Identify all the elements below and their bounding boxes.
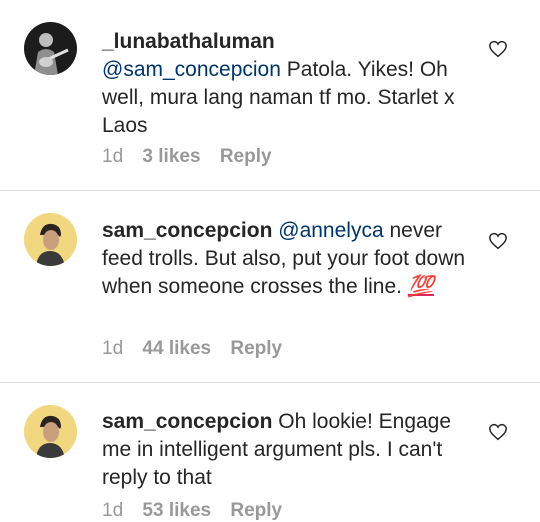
comment-username[interactable]: sam_concepcion	[102, 410, 272, 433]
comment-meta: 1d 3 likes Reply	[102, 146, 286, 168]
comment-item: _lunabathaluman @sam_concepcion Patola. …	[0, 0, 540, 190]
hundred-points-icon: 💯	[407, 275, 434, 298]
avatar[interactable]	[24, 22, 77, 75]
reply-button[interactable]: Reply	[230, 338, 282, 359]
comment-text: _lunabathaluman @sam_concepcion Patola. …	[102, 28, 474, 140]
comment-mention[interactable]: @annelyca	[278, 219, 383, 242]
comment-likes[interactable]: 53 likes	[142, 500, 211, 521]
comment-likes[interactable]: 44 likes	[142, 338, 211, 359]
comment-username[interactable]: sam_concepcion	[102, 219, 272, 242]
comment-text: sam_concepcion Oh lookie! Engage me in i…	[102, 408, 474, 492]
avatar-guitar-player-icon	[24, 22, 77, 75]
avatar[interactable]	[24, 405, 77, 458]
heart-icon[interactable]	[488, 423, 508, 441]
reply-button[interactable]: Reply	[230, 500, 282, 521]
comment-time: 1d	[102, 338, 124, 359]
comment-likes[interactable]: 3 likes	[142, 146, 200, 167]
avatar-man-icon	[24, 213, 77, 266]
heart-icon[interactable]	[488, 40, 508, 58]
comment-mention[interactable]: @sam_concepcion	[102, 58, 281, 81]
avatar-man-icon	[24, 405, 77, 458]
comment-meta: 1d 53 likes Reply	[102, 500, 296, 522]
reply-button[interactable]: Reply	[220, 146, 272, 167]
comment-time: 1d	[102, 146, 124, 167]
comment-item: sam_concepcion Oh lookie! Engage me in i…	[0, 383, 540, 521]
avatar[interactable]	[24, 213, 77, 266]
comment-username[interactable]: _lunabathaluman	[102, 30, 275, 53]
comment-meta: 1d 44 likes Reply	[102, 338, 296, 360]
heart-icon[interactable]	[488, 232, 508, 250]
comment-item: sam_concepcion @annelyca never feed trol…	[0, 191, 540, 381]
comment-time: 1d	[102, 500, 124, 521]
comment-text: sam_concepcion @annelyca never feed trol…	[102, 217, 474, 301]
